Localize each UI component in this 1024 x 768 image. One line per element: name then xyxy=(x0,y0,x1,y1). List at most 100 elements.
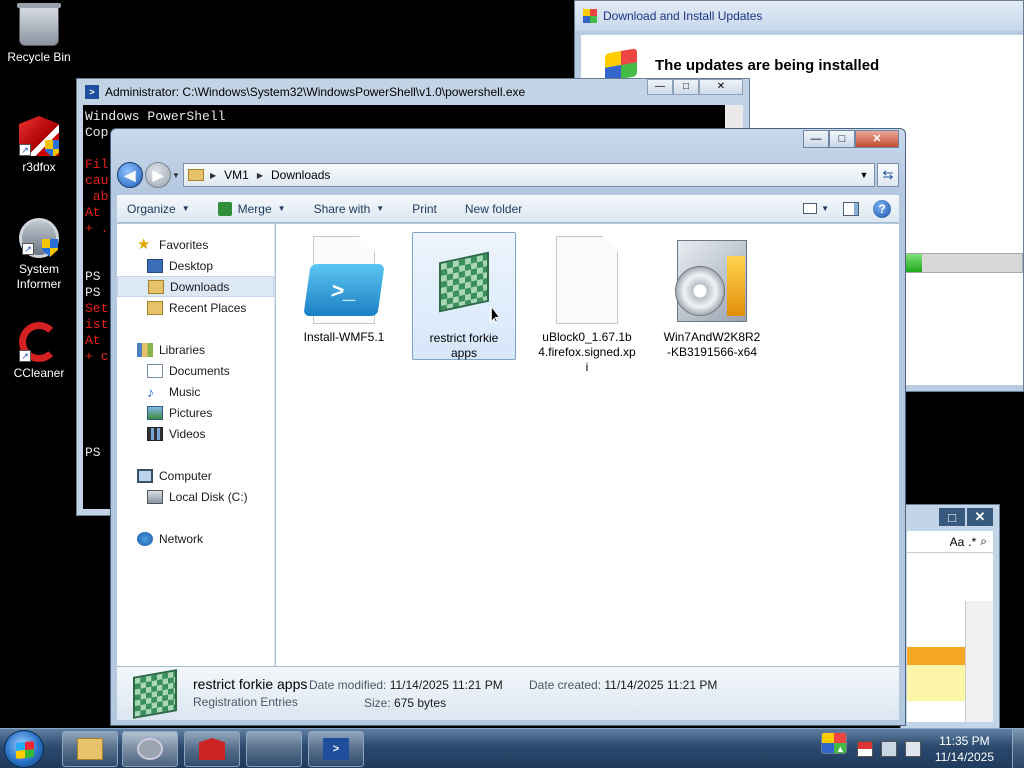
pictures-icon xyxy=(147,405,163,420)
desktop-icon-ccleaner[interactable]: ↗ CCleaner xyxy=(1,322,77,380)
new-folder-button[interactable]: New folder xyxy=(465,202,522,216)
powershell-script-icon: >_ xyxy=(303,236,385,326)
minimize-button[interactable]: — xyxy=(803,130,829,148)
window-controls: — □ ✕ xyxy=(647,79,743,95)
selected-file-name: restrict forkie apps xyxy=(193,676,308,692)
nav-item-recent-places[interactable]: Recent Places xyxy=(117,297,274,318)
nav-item-documents[interactable]: Documents xyxy=(117,360,274,381)
windows-update-titlebar[interactable]: Download and Install Updates xyxy=(575,1,1023,31)
background-window-body: Aa .* ⌕ xyxy=(907,531,993,722)
explorer-window[interactable]: — □ ✕ ◀ ▶ ▼ ▶ VM1 ▶ Downloads ▼ ⇆ Organi… xyxy=(110,128,906,726)
minimize-button[interactable]: — xyxy=(647,79,673,95)
taskbar-button-r3dfox[interactable] xyxy=(184,731,240,767)
uac-shield-icon xyxy=(45,140,59,156)
breadcrumb-item[interactable]: Downloads xyxy=(271,168,330,182)
nav-item-label: Recent Places xyxy=(169,300,247,315)
back-button[interactable]: ◀ xyxy=(117,162,143,188)
search-icon[interactable]: ⌕ xyxy=(980,534,987,549)
show-hidden-icons-button[interactable]: ▲ xyxy=(836,744,845,754)
date-modified-label: Date modified: xyxy=(309,678,387,692)
change-view-icon[interactable] xyxy=(803,203,818,214)
chevron-right-icon[interactable]: ▶ xyxy=(257,171,263,180)
close-button[interactable]: ✕ xyxy=(855,130,899,148)
file-item[interactable]: restrict forkie apps xyxy=(412,232,516,360)
print-button[interactable]: Print xyxy=(412,202,437,216)
clock-date: 11/14/2025 xyxy=(934,750,994,764)
taskbar-button-explorer[interactable] xyxy=(62,731,118,767)
file-name: Win7AndW2K8R2-KB3191566-x64 xyxy=(663,330,761,359)
merge-label: Merge xyxy=(237,201,272,216)
desktop-icon-label: CCleaner xyxy=(13,366,65,380)
network-status-icon[interactable] xyxy=(880,741,897,757)
volume-muted-icon[interactable] xyxy=(904,741,921,757)
desktop-icon-r3dfox[interactable]: ↗ r3dfox xyxy=(1,116,77,174)
date-created-value: 11/14/2025 11:21 PM xyxy=(604,678,718,692)
nav-item-favorites[interactable]: ★ Favorites xyxy=(117,234,274,255)
view-controls: ▼ ? xyxy=(803,199,899,218)
star-icon: ★ xyxy=(137,235,151,253)
navigation-bar: ◀ ▶ ▼ ▶ VM1 ▶ Downloads ▼ ⇆ xyxy=(117,159,899,191)
generic-file-icon xyxy=(546,236,628,326)
file-item[interactable]: >_ Install-WMF5.1 xyxy=(292,232,396,360)
desktop-icon-recycle-bin[interactable]: Recycle Bin xyxy=(1,3,77,64)
breadcrumb-item[interactable]: VM1 xyxy=(224,168,249,182)
taskbar-button-windows-update[interactable] xyxy=(246,731,847,767)
taskbar-button-system-informer[interactable] xyxy=(122,731,178,767)
help-icon[interactable]: ? xyxy=(873,199,891,218)
nav-item-libraries[interactable]: Libraries xyxy=(117,339,274,360)
new-folder-label: New folder xyxy=(464,201,523,216)
regex-icon[interactable]: .* xyxy=(968,535,976,549)
match-case-label[interactable]: Aa xyxy=(950,535,965,549)
details-pane: restrict forkie apps Registration Entrie… xyxy=(117,666,899,720)
hard-drive-icon xyxy=(147,489,163,504)
file-list[interactable]: >_ Install-WMF5.1 restrict forkie apps u… xyxy=(276,224,899,666)
restore-button[interactable]: □ xyxy=(939,508,965,526)
nav-item-local-disk[interactable]: Local Disk (C:) xyxy=(117,486,274,507)
close-button[interactable]: ✕ xyxy=(967,508,993,526)
clock[interactable]: 11:35 PM 11/14/2025 xyxy=(935,733,994,765)
recent-pages-dropdown[interactable]: ▼ xyxy=(171,171,181,180)
nav-item-pictures[interactable]: Pictures xyxy=(117,402,274,423)
nav-item-label: Favorites xyxy=(159,237,209,252)
navigation-pane: ★ Favorites Desktop Downloads Recent Plac… xyxy=(117,224,275,666)
share-with-button[interactable]: Share with ▼ xyxy=(314,202,385,216)
taskbar-button-powershell[interactable]: > xyxy=(308,731,364,767)
date-modified-field: Date modified: 11/14/2025 11:21 PM xyxy=(309,678,503,692)
console-line: Windows PowerShell xyxy=(85,109,226,124)
nav-item-label: Pictures xyxy=(169,405,213,420)
size-label: Size: xyxy=(364,696,391,710)
highlighted-cell xyxy=(907,647,965,665)
nav-item-downloads[interactable]: Downloads xyxy=(117,276,274,297)
file-item[interactable]: uBlock0_1.67.1b4.firefox.signed.xpi xyxy=(532,232,642,374)
r3dfox-icon: ↗ xyxy=(19,116,59,156)
address-dropdown-button[interactable]: ▼ xyxy=(854,170,874,180)
action-center-flag-icon[interactable] xyxy=(856,741,873,757)
maximize-button[interactable]: □ xyxy=(829,130,855,148)
desktop-icon-system-informer[interactable]: ↗ System Informer xyxy=(1,218,77,292)
background-window[interactable]: □ ✕ Aa .* ⌕ xyxy=(900,504,1000,729)
start-button[interactable] xyxy=(4,730,44,768)
size-field: Size: 675 bytes xyxy=(364,696,446,710)
date-created-field: Date created: 11/14/2025 11:21 PM xyxy=(529,678,717,692)
nav-item-videos[interactable]: Videos xyxy=(117,423,274,444)
forward-button[interactable]: ▶ xyxy=(145,162,171,188)
refresh-button[interactable]: ⇆ xyxy=(877,163,899,187)
computer-icon xyxy=(137,468,153,483)
file-item[interactable]: Win7AndW2K8R2-KB3191566-x64 xyxy=(656,232,768,360)
chevron-right-icon[interactable]: ▶ xyxy=(210,171,216,180)
close-button[interactable]: ✕ xyxy=(699,79,743,95)
preview-pane-icon[interactable] xyxy=(843,201,859,216)
powershell-icon: > xyxy=(85,85,99,99)
windows-update-logo-icon xyxy=(605,48,637,82)
merge-button[interactable]: Merge ▼ xyxy=(217,201,286,216)
address-bar[interactable]: ▶ VM1 ▶ Downloads ▼ xyxy=(183,163,875,187)
nav-item-desktop[interactable]: Desktop xyxy=(117,255,274,276)
nav-item-network[interactable]: Network xyxy=(117,528,274,549)
chevron-down-icon[interactable]: ▼ xyxy=(821,204,829,213)
maximize-button[interactable]: □ xyxy=(673,79,699,95)
show-desktop-button[interactable] xyxy=(1012,729,1024,768)
nav-item-computer[interactable]: Computer xyxy=(117,465,274,486)
r3dfox-icon xyxy=(199,738,225,760)
organize-button[interactable]: Organize ▼ xyxy=(127,202,190,216)
nav-item-music[interactable]: ♪ Music xyxy=(117,381,274,402)
